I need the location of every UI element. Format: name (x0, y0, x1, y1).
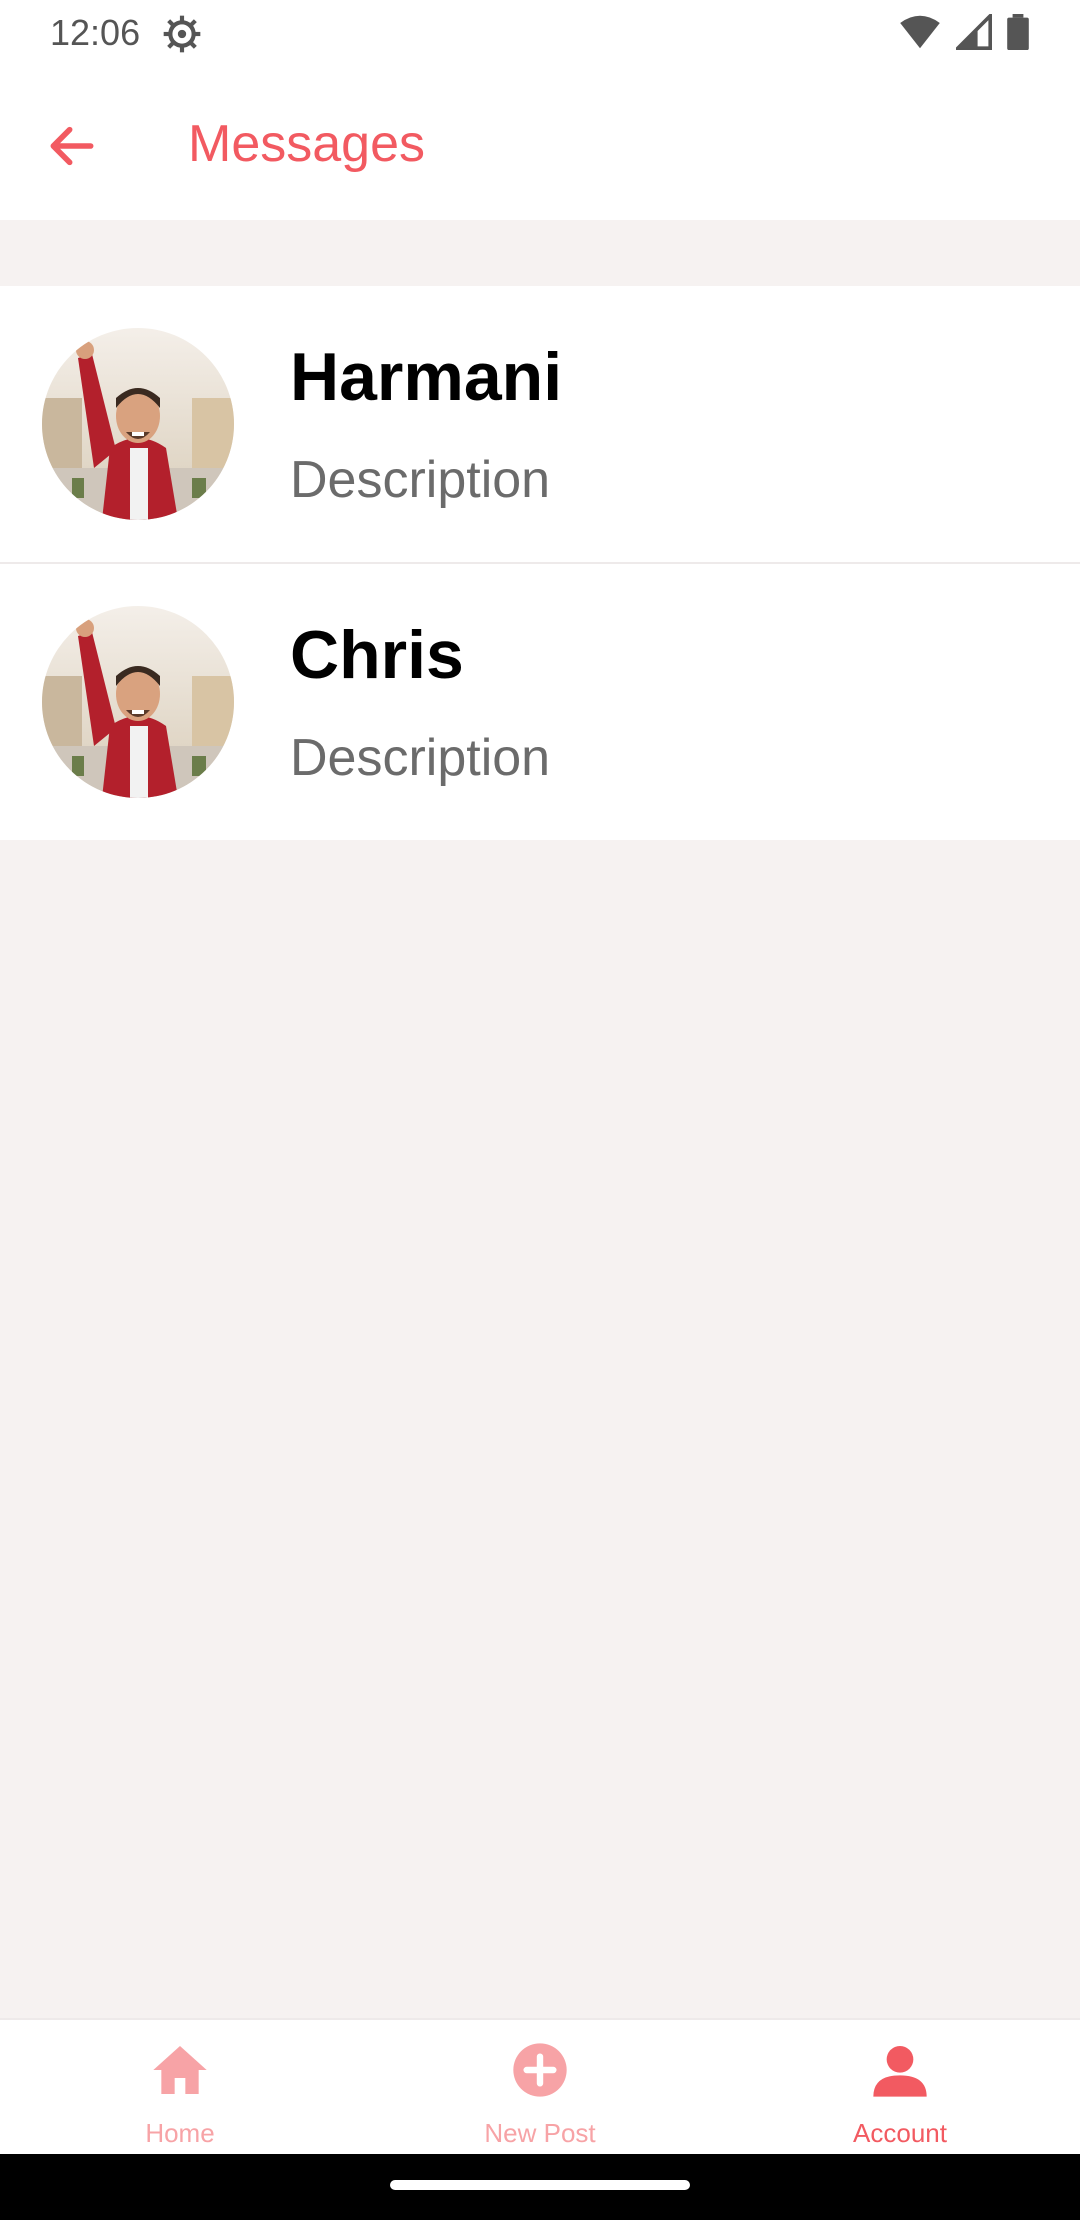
contact-description: Description (290, 729, 551, 787)
contact-name: Harmani (290, 339, 563, 415)
conversation-item-harmani[interactable]: Harmani Description (0, 286, 1080, 564)
home-icon (153, 2046, 207, 2094)
conversation-item-chris[interactable]: Chris Description (0, 564, 1080, 840)
nav-item-home[interactable]: Home (0, 2020, 360, 2156)
nav-item-new-post[interactable]: New Post (360, 2020, 720, 2156)
app-bar: Messages (0, 66, 1080, 220)
settings-icon (163, 15, 201, 53)
signal-icon (956, 14, 992, 50)
avatar (42, 606, 234, 798)
nav-label: Account (853, 2118, 947, 2148)
wifi-icon (900, 15, 940, 49)
add-circle-icon (513, 2043, 567, 2097)
conversation-list: Harmani Description Chris Description (0, 286, 1080, 840)
system-gesture-bar (0, 2154, 1080, 2220)
status-time: 12:06 (50, 12, 141, 53)
arrow-left-icon[interactable] (44, 118, 100, 174)
bottom-navigation: Home New Post Account (0, 2018, 1080, 2156)
page-title: Messages (188, 115, 425, 173)
nav-item-account[interactable]: Account (720, 2020, 1080, 2156)
avatar (42, 328, 234, 520)
contact-description: Description (290, 451, 551, 509)
contact-name: Chris (290, 617, 464, 693)
battery-icon (1007, 14, 1029, 50)
status-bar: 12:06 (0, 0, 1080, 66)
list-top-spacer (0, 220, 1080, 286)
person-icon (873, 2046, 927, 2097)
nav-label: New Post (484, 2118, 596, 2148)
home-gesture-handle[interactable] (390, 2180, 690, 2190)
nav-label: Home (145, 2118, 215, 2148)
